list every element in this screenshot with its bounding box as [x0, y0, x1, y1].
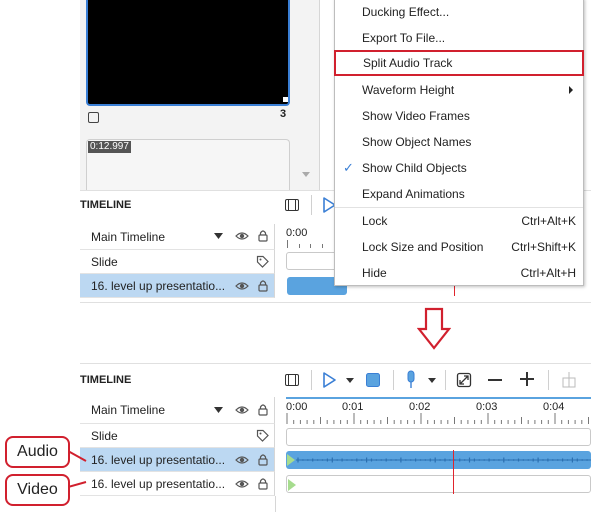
- slide-thumbnail[interactable]: [86, 0, 290, 106]
- eye-icon[interactable]: [235, 478, 249, 490]
- eye-icon[interactable]: [235, 404, 249, 416]
- ruler-tick: [310, 244, 311, 248]
- slide-number: 3: [280, 108, 287, 120]
- ruler-tick: [287, 240, 288, 248]
- toolbar-divider: [311, 195, 312, 215]
- callout-pointer: [68, 450, 87, 462]
- video-track-row[interactable]: 16. level up presentatio...: [80, 472, 275, 496]
- slide-clip[interactable]: [286, 428, 591, 446]
- main-timeline-label: Main Timeline: [91, 403, 166, 417]
- clip-start-icon: [287, 454, 295, 466]
- slide-icon: [88, 112, 99, 123]
- thumbnail-resize-handle[interactable]: [283, 97, 288, 102]
- slide-row[interactable]: Slide: [80, 424, 275, 448]
- main-timeline-label: Main Timeline: [91, 229, 166, 244]
- frame-icon[interactable]: [284, 372, 300, 388]
- chevron-down-icon[interactable]: [214, 233, 223, 239]
- lock-icon[interactable]: [258, 453, 268, 466]
- menu-item-show-child-objects[interactable]: ✓ Show Child Objects: [335, 155, 583, 181]
- menu-item-hide[interactable]: Hide Ctrl+Alt+H: [335, 260, 583, 286]
- zoom-out-icon[interactable]: [488, 379, 502, 382]
- ruler-ticks: [286, 413, 589, 424]
- menu-item-show-object-names[interactable]: Show Object Names: [335, 129, 583, 155]
- video-clip[interactable]: [286, 475, 591, 493]
- toolbar-divider: [548, 370, 549, 390]
- split-icon[interactable]: [562, 372, 576, 388]
- main-timeline-row[interactable]: Main Timeline: [80, 224, 275, 250]
- zoom-in-icon[interactable]: [520, 372, 534, 386]
- ruler-label: 0:04: [543, 401, 565, 413]
- toolbar-divider: [311, 370, 312, 390]
- audio-object-label: 16. level up presentatio...: [91, 278, 226, 293]
- chevron-down-icon[interactable]: [428, 378, 436, 383]
- ruler-tick: [299, 244, 300, 248]
- audio-clip[interactable]: [286, 451, 591, 469]
- down-arrow-icon: [417, 307, 451, 350]
- scroll-down-icon[interactable]: [302, 172, 310, 177]
- slide-row-label: Slide: [91, 428, 118, 443]
- chevron-down-icon[interactable]: [346, 378, 354, 383]
- ruler-label: 0:03: [476, 401, 498, 413]
- microphone-icon[interactable]: [405, 370, 417, 390]
- eye-icon[interactable]: [235, 280, 249, 292]
- clip-border: [80, 302, 591, 303]
- eye-icon[interactable]: [235, 454, 249, 466]
- lock-icon[interactable]: [258, 229, 268, 242]
- audio-track-label: 16. level up presentatio...: [91, 452, 226, 467]
- tag-icon[interactable]: [256, 429, 269, 442]
- ruler-label: 0:02: [409, 401, 431, 413]
- menu-item-export-to-file[interactable]: Export To File...: [335, 25, 583, 51]
- ruler-label: 0:01: [342, 401, 364, 413]
- audio-track-row[interactable]: 16. level up presentatio...: [80, 448, 275, 472]
- chevron-down-icon[interactable]: [214, 407, 223, 413]
- top-screenshot: 3 0:12.997 TIMELINE Main Timeline Slide …: [0, 0, 591, 303]
- lock-icon[interactable]: [258, 279, 268, 292]
- fit-icon[interactable]: [456, 372, 472, 388]
- checkmark-icon: ✓: [343, 160, 354, 175]
- ruler-label: 0:00: [286, 401, 308, 413]
- slide-row[interactable]: Slide: [80, 250, 275, 274]
- menu-item-lock-size-position[interactable]: Lock Size and Position Ctrl+Shift+K: [335, 234, 583, 260]
- menu-item-waveform-height[interactable]: Waveform Height: [335, 77, 583, 103]
- column-divider: [275, 496, 276, 512]
- frame-icon[interactable]: [284, 197, 300, 213]
- timeline-title: TIMELINE: [80, 374, 132, 386]
- ruler-label: 0:00: [286, 227, 308, 239]
- menu-item-show-video-frames[interactable]: Show Video Frames: [335, 103, 583, 129]
- audio-callout: Audio: [5, 436, 70, 468]
- ruler-tick: [322, 244, 323, 248]
- audio-object-row[interactable]: 16. level up presentatio...: [80, 274, 275, 298]
- duration-label: 0:12.997: [88, 141, 131, 153]
- menu-item-ducking-effect[interactable]: Ducking Effect...: [335, 0, 583, 25]
- video-track-label: 16. level up presentatio...: [91, 476, 226, 491]
- eye-icon[interactable]: [235, 230, 249, 242]
- stop-icon[interactable]: [365, 372, 381, 388]
- tag-icon[interactable]: [256, 255, 269, 268]
- timeline-title: TIMELINE: [80, 199, 132, 211]
- bottom-screenshot: TIMELINE Main Timeline Slide 16. level u…: [0, 363, 591, 512]
- play-icon[interactable]: [322, 371, 336, 389]
- submenu-arrow-icon: [569, 86, 573, 94]
- playhead[interactable]: [453, 450, 454, 494]
- callout-pointer: [68, 481, 87, 488]
- clip-start-icon: [288, 479, 296, 491]
- video-callout: Video: [5, 474, 70, 506]
- context-menu: Ducking Effect... Export To File... Spli…: [334, 0, 584, 286]
- main-timeline-row[interactable]: Main Timeline: [80, 397, 275, 424]
- slide-row-label: Slide: [91, 254, 118, 269]
- menu-item-expand-animations[interactable]: Expand Animations: [335, 181, 583, 207]
- menu-item-lock[interactable]: Lock Ctrl+Alt+K: [335, 208, 583, 234]
- menu-item-split-audio-track[interactable]: Split Audio Track: [334, 50, 584, 76]
- toolbar-divider: [445, 370, 446, 390]
- toolbar-divider: [393, 370, 394, 390]
- ruler-accent-line: [286, 397, 591, 399]
- lock-icon[interactable]: [258, 403, 268, 416]
- lock-icon[interactable]: [258, 477, 268, 490]
- audio-waveform: [296, 457, 591, 463]
